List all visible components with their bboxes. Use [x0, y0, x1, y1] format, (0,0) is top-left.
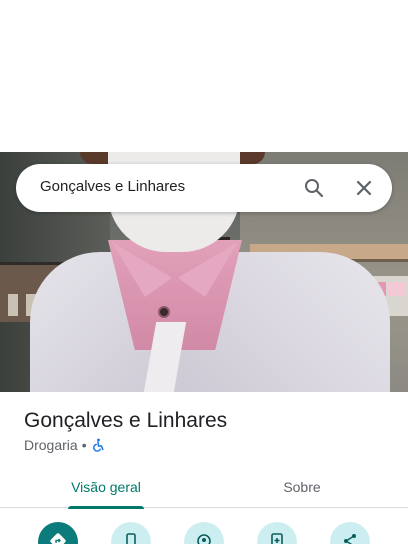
save-icon	[268, 532, 286, 544]
share-icon	[341, 532, 359, 544]
tab-label: Visão geral	[71, 479, 141, 495]
tab-label: Sobre	[283, 479, 321, 495]
close-icon[interactable]	[352, 176, 376, 200]
call-button[interactable]	[111, 522, 151, 544]
tab-sobre[interactable]: Sobre	[244, 466, 360, 508]
tab-visao-geral[interactable]: Visão geral	[48, 466, 164, 509]
wheelchair-icon	[91, 438, 105, 452]
search-query[interactable]: Gonçalves e Linhares	[40, 178, 185, 195]
share-button[interactable]	[330, 522, 370, 544]
place-title: Gonçalves e Linhares	[24, 409, 228, 432]
separator-dot: •	[81, 437, 87, 453]
phone-icon	[122, 532, 140, 544]
active-tab-indicator	[68, 506, 144, 509]
photo-shelf-item	[8, 294, 18, 316]
save-button[interactable]	[257, 522, 297, 544]
photo-product-box	[388, 282, 406, 296]
directions-button[interactable]	[38, 522, 78, 544]
photo-shirt-button	[158, 306, 170, 318]
tab-bar: Visão geral Sobre	[0, 466, 408, 509]
location-icon	[195, 532, 213, 544]
directions-icon	[49, 532, 67, 544]
place-subtitle: Drogaria •	[24, 437, 105, 453]
search-icon[interactable]	[302, 176, 326, 200]
nearby-button[interactable]	[184, 522, 224, 544]
place-category: Drogaria	[24, 437, 78, 453]
action-buttons-row	[0, 522, 408, 544]
top-blank-area	[0, 0, 408, 152]
search-bar[interactable]: Gonçalves e Linhares	[16, 164, 392, 212]
